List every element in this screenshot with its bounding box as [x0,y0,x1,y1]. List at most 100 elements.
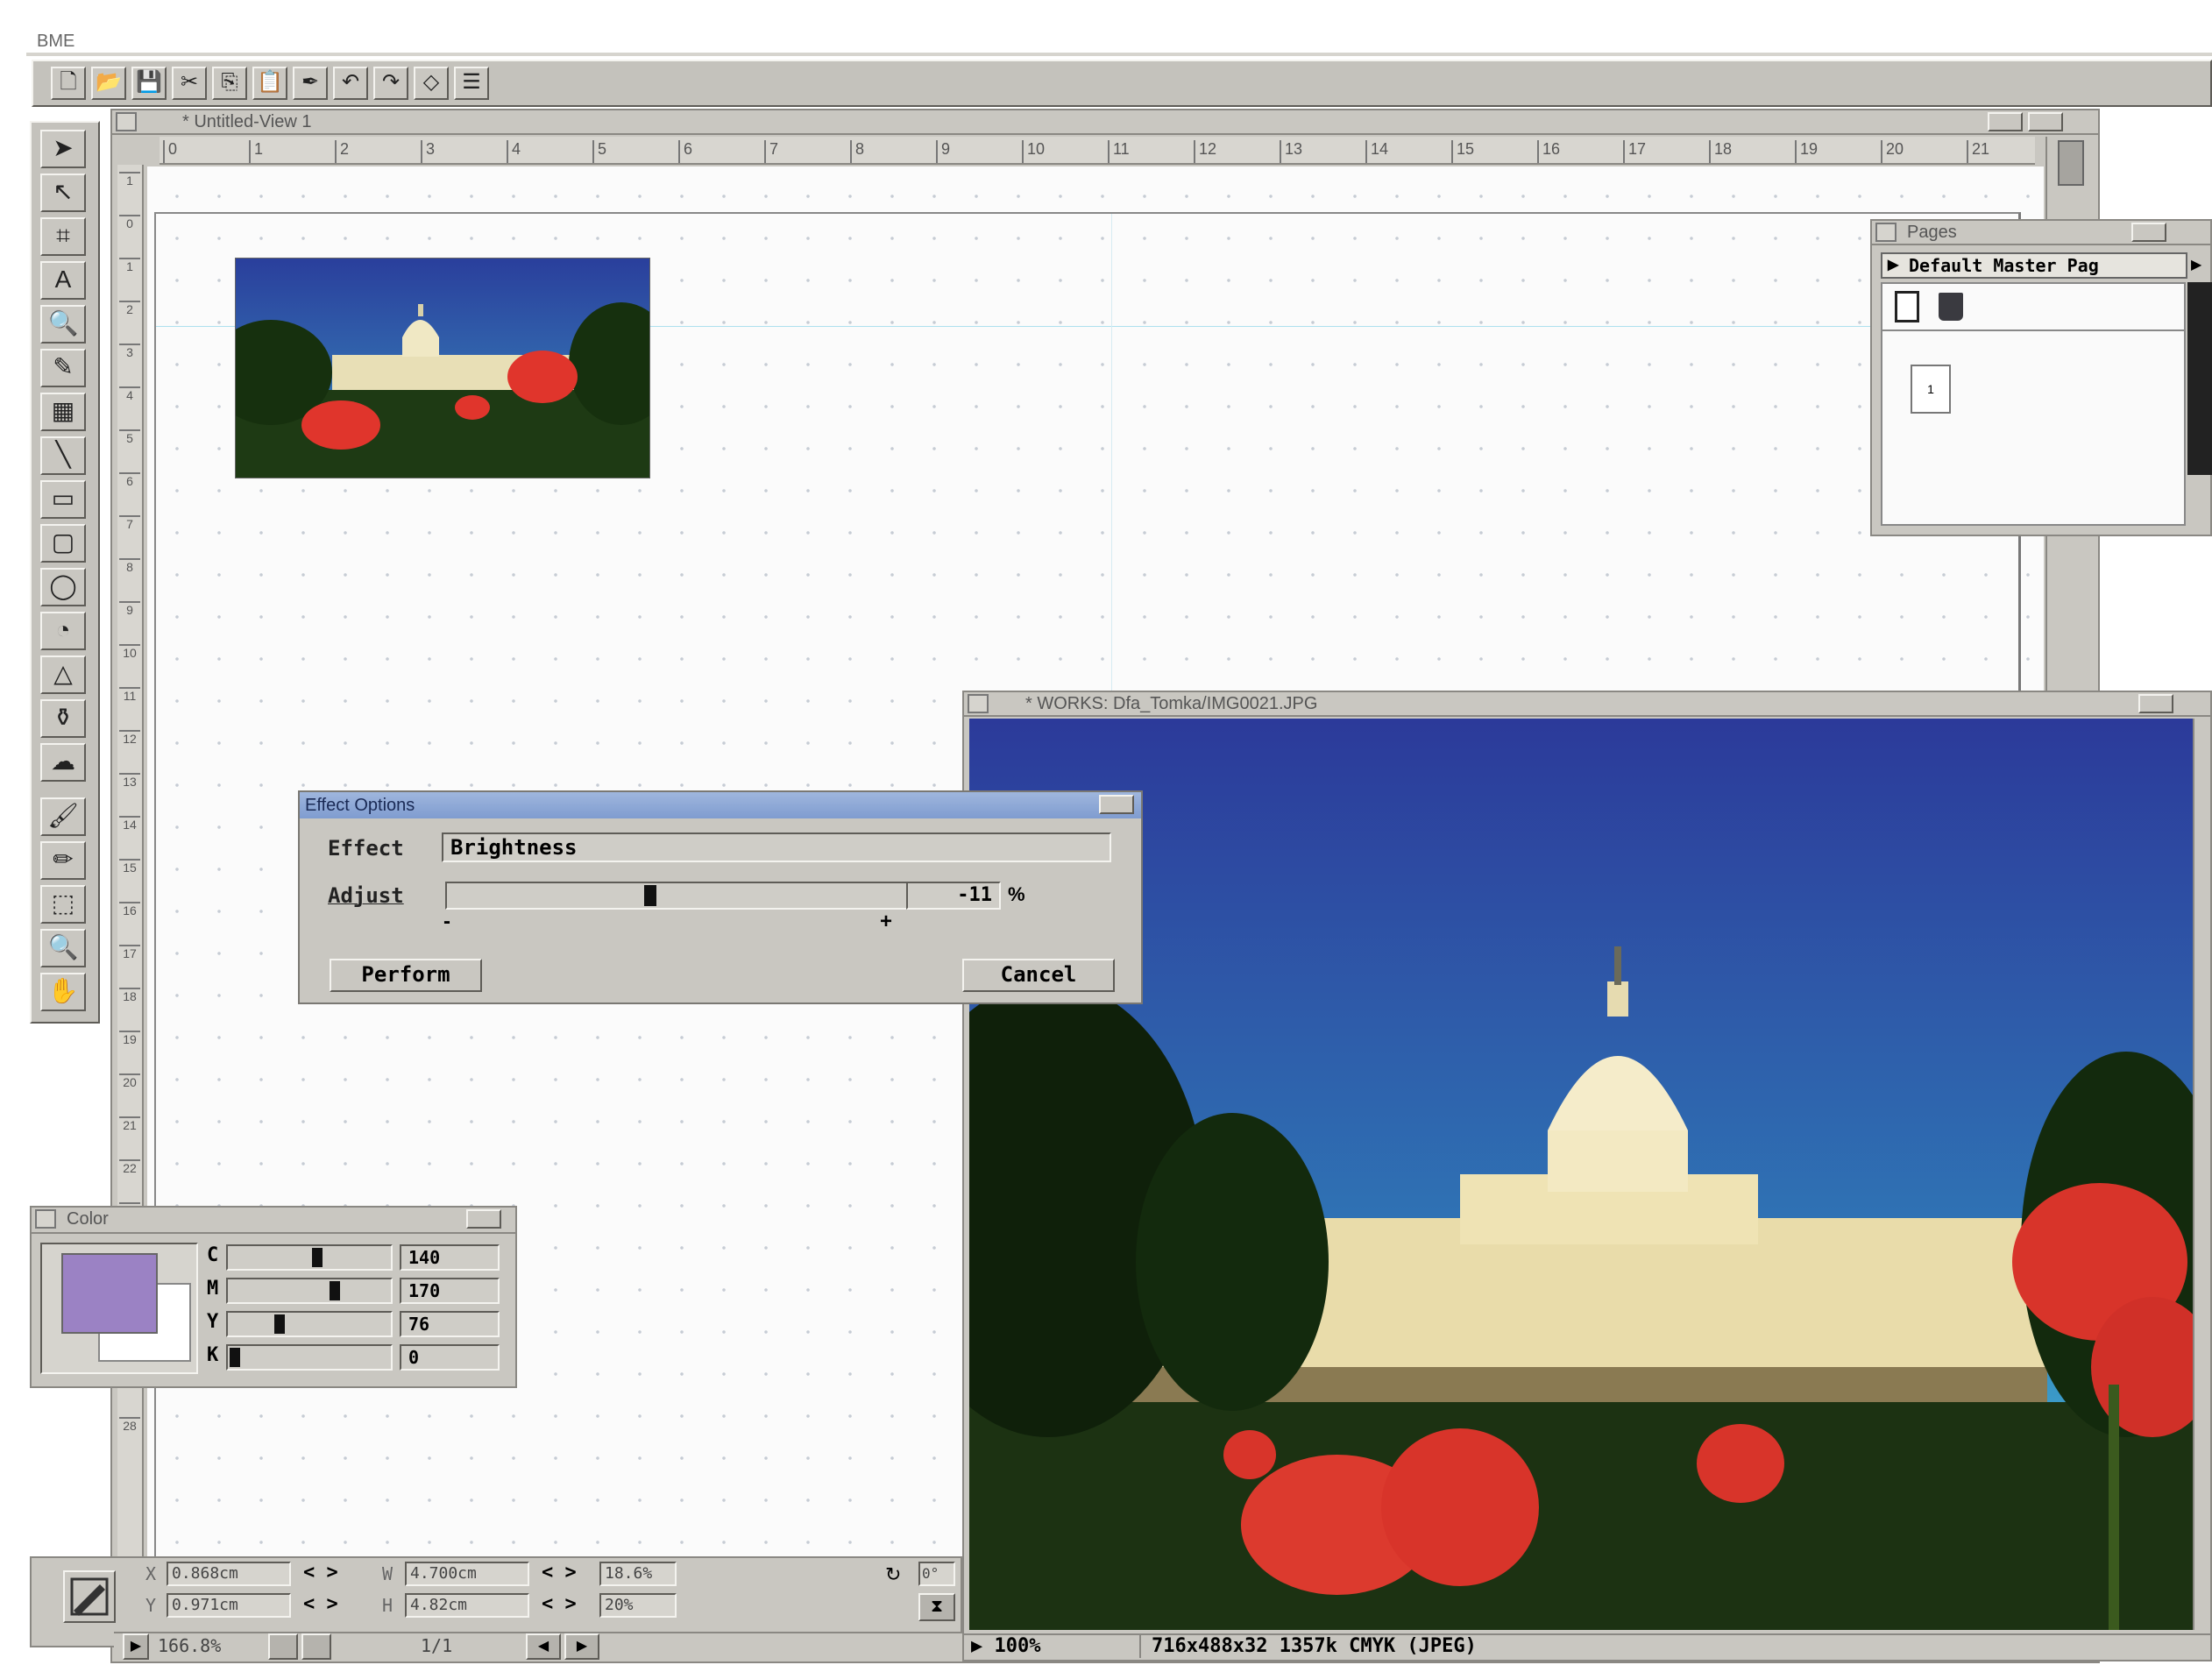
transform-mode-icon[interactable] [63,1570,116,1623]
pages-zoom-button[interactable] [2131,223,2166,242]
hourglass-icon[interactable]: ⧗ [918,1593,955,1621]
channel-slider-knob[interactable] [230,1348,240,1367]
redo-icon[interactable]: ↷ [373,67,408,100]
master-page-row[interactable]: ▶ Default Master Pag [1881,252,2187,279]
brush-tool-icon[interactable]: 🖌 [40,797,86,836]
effect-dialog-depth-button[interactable] [1099,795,1134,814]
rectangle-tool-icon[interactable]: ▭ [40,480,86,519]
channel-value-field[interactable]: 0 [400,1344,500,1371]
w-field[interactable]: 4.700cm [405,1562,529,1586]
ruler-left-tick: 22 [119,1159,140,1175]
depth-gadget-button[interactable] [2028,112,2063,131]
marquee-tool-icon[interactable]: ⬚ [40,885,86,924]
crop-tool-icon[interactable]: ⌗ [40,217,86,256]
blob-tool-icon[interactable]: ☁ [40,743,86,782]
zoom-menu-button[interactable]: ▶ [123,1633,149,1660]
h-percent-field[interactable]: 20% [599,1593,677,1618]
adjust-slider[interactable] [445,882,910,910]
next-page-button[interactable]: ▶ [564,1633,599,1660]
cancel-button[interactable]: Cancel [962,959,1115,992]
line-tool-icon[interactable]: ╲ [40,436,86,475]
text-tool-icon[interactable]: A [40,261,86,300]
channel-value-field[interactable]: 170 [400,1278,500,1304]
channel-slider[interactable] [226,1344,393,1371]
channel-slider-knob[interactable] [329,1281,340,1300]
channel-slider[interactable] [226,1278,393,1304]
image-window-close-icon[interactable] [968,694,989,713]
channel-value-field[interactable]: 76 [400,1311,500,1337]
channel-slider-knob[interactable] [274,1314,285,1334]
zoom-value[interactable]: 166.8% [158,1633,221,1658]
pages-scroll-right[interactable]: ▶ [2191,252,2210,279]
ruler-left-tick: 17 [119,945,140,960]
ruler-top-tick: 18 [1709,140,1732,163]
prev-page-button[interactable]: ◀ [526,1633,561,1660]
image-scrollbar[interactable] [2193,719,2210,1630]
h-stepper[interactable]: < > [542,1593,577,1615]
pages-dark-scrollbar[interactable] [2187,282,2212,475]
save-disk-icon[interactable]: 💾 [131,67,167,100]
zoom-window-button[interactable] [1988,112,2023,131]
direct-select-tool-icon[interactable]: ↖ [40,174,86,212]
perform-button[interactable]: Perform [330,959,482,992]
ellipse-tool-icon[interactable]: ◯ [40,568,86,606]
window-close-icon[interactable] [116,112,137,131]
scrollbar-knob[interactable] [2058,140,2084,186]
triangle-tool-icon[interactable]: △ [40,655,86,694]
cut-icon[interactable]: ✂ [172,67,207,100]
w-stepper[interactable]: < > [542,1562,577,1583]
undo-icon[interactable]: ↶ [333,67,368,100]
zoom-tool-icon[interactable]: 🔍 [40,305,86,344]
page-thumbnail[interactable]: 1 [1911,365,1951,414]
list-icon[interactable]: ☰ [454,67,489,100]
y-field[interactable]: 0.971cm [167,1593,291,1618]
new-page-icon[interactable] [1895,291,1919,322]
adjust-value-field[interactable]: -11 [906,882,1001,910]
open-folder-icon[interactable]: 📂 [91,67,126,100]
h-field[interactable]: 4.82cm [405,1593,529,1618]
hand-tool-icon[interactable]: ✋ [40,973,86,1011]
bucket-tool-icon[interactable]: ⚱ [40,699,86,738]
new-file-icon[interactable]: 🗋 [51,67,86,100]
zoom-out-icon[interactable] [268,1633,298,1660]
paste-icon[interactable]: 📋 [252,67,287,100]
photo-view[interactable] [969,719,2193,1630]
x-stepper[interactable]: < > [303,1562,338,1583]
effect-field[interactable]: Brightness [442,832,1111,862]
zoom-in-icon[interactable] [301,1633,331,1660]
pen-tool-icon[interactable]: ✒ [293,67,328,100]
copy-icon[interactable]: ⎘ [212,67,247,100]
color-close-icon[interactable] [35,1209,56,1229]
image-zoom-value: 100% [994,1635,1041,1657]
channel-value-field[interactable]: 140 [400,1244,500,1271]
zoom-tool-icon[interactable]: 🔍 [40,929,86,967]
channel-slider[interactable] [226,1244,393,1271]
image-zoom-button[interactable]: ▶ 100% [971,1635,1040,1658]
diamond-icon[interactable]: ◇ [414,67,449,100]
channel-slider[interactable] [226,1311,393,1337]
rotate-icon[interactable]: ↻ [885,1563,901,1586]
pages-close-icon[interactable] [1875,223,1897,242]
arrow-select-tool-icon[interactable]: ➤ [40,130,86,168]
rotation-field[interactable]: 0° [918,1562,955,1586]
y-stepper[interactable]: < > [303,1593,338,1615]
ruler-top-tick: 10 [1022,140,1045,163]
w-percent-field[interactable]: 18.6% [599,1562,677,1586]
ruler-left-tick: 12 [119,730,140,746]
placed-photo[interactable] [235,258,650,478]
grid-tool-icon[interactable]: ▦ [40,393,86,431]
pie-tool-icon[interactable]: ◔ [40,612,86,650]
color-depth-button[interactable] [466,1209,501,1229]
image-window-zoom-button[interactable] [2138,694,2173,713]
adjust-slider-knob[interactable] [644,885,656,906]
color-title: Color [67,1209,109,1229]
channel-slider-knob[interactable] [311,1248,323,1267]
x-field[interactable]: 0.868cm [167,1562,291,1586]
pencil-tool-icon[interactable]: ✏ [40,841,86,880]
expand-icon[interactable]: ▶ [1888,254,1898,277]
channel-label: M [207,1278,219,1300]
rounded-rectangle-tool-icon[interactable]: ▢ [40,524,86,563]
trash-icon[interactable] [1939,293,1963,321]
eyedropper-tool-icon[interactable]: ✎ [40,349,86,387]
foreground-swatch[interactable] [61,1253,158,1334]
